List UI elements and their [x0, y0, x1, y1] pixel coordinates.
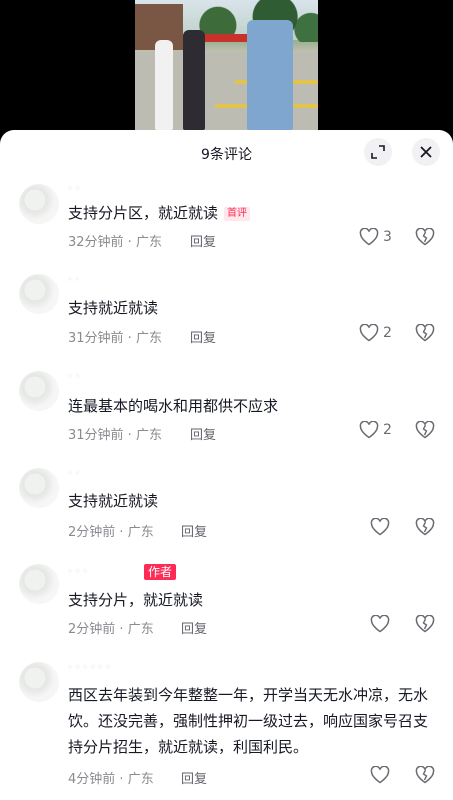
video-person-police [247, 20, 293, 130]
author-badge: 作者 [144, 564, 177, 580]
comment-item: · · 支持就近就读 31分钟前 · 广东 回复 2 [0, 272, 453, 354]
username[interactable]: · · [68, 466, 79, 480]
dislike-button[interactable] [415, 228, 435, 246]
comment-meta: 31分钟前 · 广东 [68, 428, 162, 443]
broken-heart-icon [415, 518, 435, 536]
dislike-button[interactable] [415, 518, 435, 536]
reply-button[interactable]: 回复 [190, 327, 216, 346]
comment-item: · · 支持就近就读 2分钟前 · 广东 回复 [0, 466, 453, 548]
comment-meta: 2分钟前 · 广东 [68, 525, 154, 540]
like-count: 3 [383, 229, 392, 245]
like-count: 2 [383, 325, 392, 341]
username[interactable]: · · · · · · [68, 660, 110, 674]
comment-text[interactable]: 西区去年装到今年整整一年，开学当天无水冲凉，无水饮。还没完善，强制性押初一级过去… [68, 682, 440, 760]
comment-item: · · · · · · 西区去年装到今年整整一年，开学当天无水冲凉，无水饮。还没… [0, 660, 453, 800]
comment-item: · · 支持分片区，就近就读 首评 32分钟前 · 广东 回复 3 [0, 176, 453, 258]
heart-outline-icon [370, 518, 390, 536]
heart-outline-icon [359, 228, 379, 246]
reply-button[interactable]: 回复 [181, 618, 207, 637]
like-button[interactable]: 2 [359, 421, 392, 439]
reply-button[interactable]: 回复 [181, 768, 207, 787]
avatar[interactable] [19, 274, 59, 314]
broken-heart-icon [415, 615, 435, 633]
dislike-button[interactable] [415, 615, 435, 633]
expand-icon [371, 145, 385, 159]
like-button[interactable]: 3 [359, 228, 392, 246]
dislike-button[interactable] [415, 421, 435, 439]
heart-outline-icon [370, 615, 390, 633]
like-button[interactable] [370, 615, 394, 633]
close-button[interactable] [412, 138, 440, 166]
reply-button[interactable]: 回复 [190, 231, 216, 250]
video-person [183, 30, 205, 130]
comment-meta: 2分钟前 · 广东 [68, 622, 154, 637]
username[interactable]: · · [68, 369, 79, 383]
first-comment-badge: 首评 [224, 207, 251, 221]
heart-outline-icon [359, 421, 379, 439]
comment-meta: 32分钟前 · 广东 [68, 235, 162, 250]
broken-heart-icon [415, 324, 435, 342]
like-button[interactable] [370, 518, 394, 536]
avatar[interactable] [19, 564, 59, 604]
avatar[interactable] [19, 662, 59, 702]
video-preview[interactable] [135, 0, 318, 130]
comment-text[interactable]: 支持分片区，就近就读 首评 [68, 200, 434, 226]
comment-sheet: 9条评论 · · 支持分片区，就近就读 首评 32分钟前 · 广东 回复 3 ·… [0, 130, 453, 800]
heart-outline-icon [359, 324, 379, 342]
dislike-button[interactable] [415, 766, 435, 784]
comment-text[interactable]: 连最基本的喝水和用都供不应求 [68, 393, 434, 419]
comment-text[interactable]: 支持分片，就近就读 [68, 587, 434, 613]
avatar[interactable] [19, 468, 59, 508]
like-button[interactable] [370, 766, 394, 784]
username[interactable]: · · [68, 272, 79, 286]
comment-meta: 4分钟前 · 广东 [68, 772, 154, 787]
dislike-button[interactable] [415, 324, 435, 342]
comment-item: · · 连最基本的喝水和用都供不应求 31分钟前 · 广东 回复 2 [0, 369, 453, 451]
sheet-header: 9条评论 [0, 130, 453, 176]
video-person [155, 40, 173, 130]
expand-button[interactable] [364, 138, 392, 166]
comment-text[interactable]: 支持就近就读 [68, 295, 434, 321]
reply-button[interactable]: 回复 [181, 521, 207, 540]
username[interactable]: · · · [68, 564, 87, 578]
comment-meta: 31分钟前 · 广东 [68, 331, 162, 346]
reply-button[interactable]: 回复 [190, 424, 216, 443]
like-button[interactable]: 2 [359, 324, 392, 342]
heart-outline-icon [370, 766, 390, 784]
username[interactable]: · · [68, 181, 79, 195]
close-icon [420, 146, 432, 158]
avatar[interactable] [19, 184, 59, 224]
comment-text[interactable]: 支持就近就读 [68, 488, 434, 514]
broken-heart-icon [415, 766, 435, 784]
like-count: 2 [383, 422, 392, 438]
comment-item: · · · 作者 支持分片，就近就读 2分钟前 · 广东 回复 [0, 562, 453, 644]
broken-heart-icon [415, 228, 435, 246]
broken-heart-icon [415, 421, 435, 439]
avatar[interactable] [19, 371, 59, 411]
